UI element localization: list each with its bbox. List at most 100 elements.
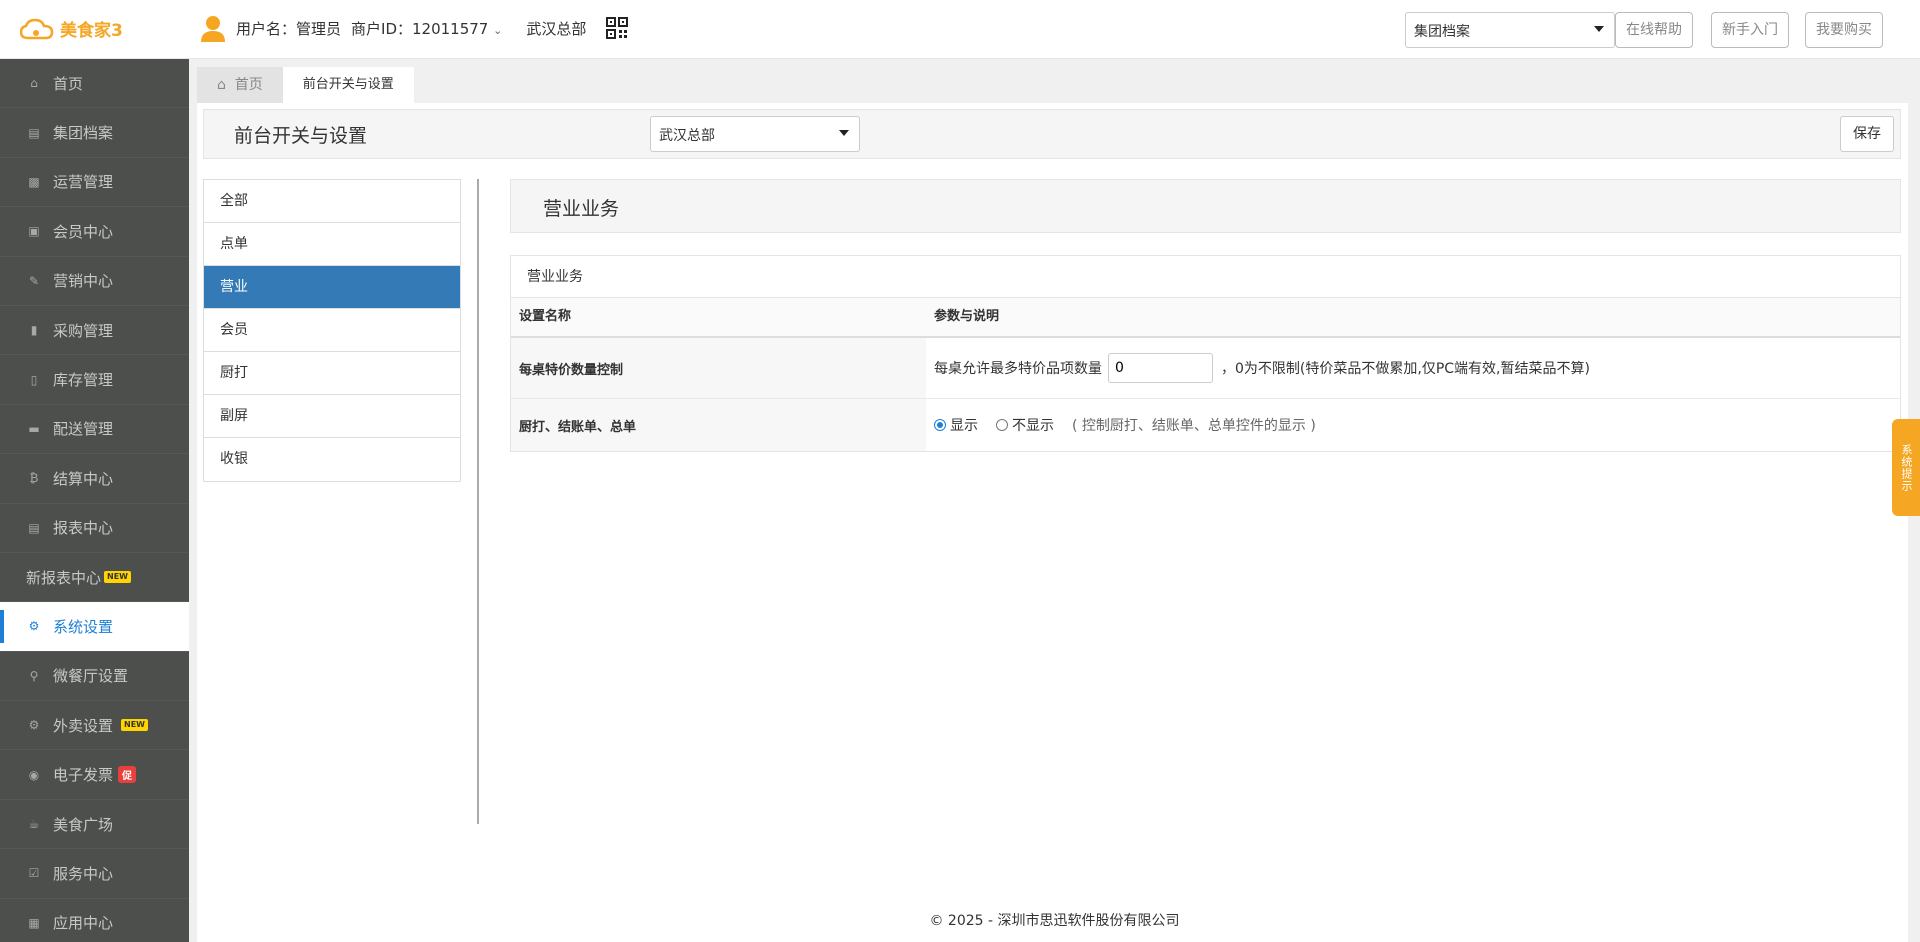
edit-icon: ✎ [28,273,40,288]
radio-hide[interactable] [996,419,1008,431]
phone-icon: ▯ [30,372,38,387]
tab-frontend-settings[interactable]: 前台开关与设置 [282,67,414,103]
new-badge: NEW [104,571,131,584]
chevron-down-icon: ⌄ [493,23,503,37]
document-icon: ▤ [28,125,40,140]
sidebar-item-label: 首页 [53,74,84,93]
sidebar-item-label: 集团档案 [53,124,114,143]
store-select[interactable]: 武汉总部 [650,116,860,152]
category-cashier[interactable]: 收银 [204,438,460,481]
merchant-id-label: 商户ID：12011577 [351,19,489,38]
location-label: 武汉总部 [526,19,587,38]
sidebar-item-service-center[interactable]: ☑ 服务中心 [0,849,189,899]
logo[interactable]: 美食家3 [20,16,123,41]
settings-caption: 营业业务 [511,256,1900,298]
archive-select[interactable]: 集团档案 [1405,12,1615,48]
footer-copyright: © 2025 - 深圳市思迅软件股份有限公司 [929,913,1180,929]
content-panel: 前台开关与设置 武汉总部 保存 全部 点单 营业 会员 厨打 副屏 收银 营业业… [197,103,1908,942]
sidebar-item-micro-restaurant[interactable]: ⚲ 微餐厅设置 [0,652,189,702]
caret-down-icon [1594,26,1604,32]
sidebar-item-new-reports[interactable]: 新报表中心 NEW [0,553,189,603]
sidebar-item-e-invoice[interactable]: ◉ 电子发票促 [0,750,189,800]
column-header-param: 参数与说明 [934,309,1000,324]
sidebar-item-members[interactable]: ▣ 会员中心 [0,207,189,257]
category-ordering[interactable]: 点单 [204,223,460,266]
tab-home[interactable]: ⌂ 首页 [197,67,283,103]
logo-text: 美食家3 [60,21,123,41]
special-count-input[interactable] [1108,353,1213,383]
user-avatar-icon[interactable] [200,14,226,42]
vertical-divider [477,179,479,824]
circle-icon: ◉ [28,767,40,782]
coffee-icon: ☕ [28,817,40,832]
page-header: 前台开关与设置 武汉总部 保存 [203,109,1901,159]
username-label: 用户名：管理员 [236,19,342,38]
section-title: 营业业务 [543,198,620,220]
category-member[interactable]: 会员 [204,309,460,352]
home-icon: ⌂ [30,76,38,91]
page-title: 前台开关与设置 [234,125,368,147]
category-list: 全部 点单 营业 会员 厨打 副屏 收银 [203,179,461,482]
sidebar-item-group-archive[interactable]: ▤ 集团档案 [0,108,189,158]
table-row: 每桌特价数量控制 每桌允许最多特价品项数量 ，0为不限制(特价菜品不做累加,仅P… [511,338,1900,399]
category-all[interactable]: 全部 [204,180,460,223]
system-tip-tab[interactable]: 系统提示 [1892,419,1920,516]
top-header: 美食家3 用户名：管理员 商户ID：12011577 ⌄ 武汉总部 集团档案 在… [0,0,1920,59]
sidebar-item-inventory[interactable]: ▯ 库存管理 [0,355,189,405]
sidebar-item-label: 微餐厅设置 [53,667,129,686]
setting-prefix: 每桌允许最多特价品项数量 [934,361,1102,377]
radio-show[interactable] [934,419,946,431]
truck-icon: ▬ [28,421,40,436]
sidebar-item-reports[interactable]: ▤ 报表中心 [0,504,189,553]
setting-name: 厨打、结账单、总单 [511,399,926,451]
tab-home-label: 首页 [234,77,263,93]
home-icon: ⌂ [217,77,226,93]
sidebar-item-settlement[interactable]: ₿ 结算中心 [0,454,189,504]
store-select-value: 武汉总部 [659,128,715,144]
sidebar-item-purchasing[interactable]: ▮ 采购管理 [0,306,189,356]
bar-chart-icon: ▩ [28,174,40,189]
sidebar-item-operations[interactable]: ▩ 运营管理 [0,158,189,208]
sidebar-item-food-court[interactable]: ☕ 美食广场 [0,800,189,850]
category-business[interactable]: 营业 [204,266,460,309]
sidebar-item-label: 采购管理 [53,321,114,340]
setting-param: 每桌允许最多特价品项数量 ，0为不限制(特价菜品不做累加,仅PC端有效,暂结菜品… [926,338,1900,398]
sidebar-item-marketing[interactable]: ✎ 营销中心 [0,257,189,306]
tab-bar: ⌂ 首页 前台开关与设置 [197,67,414,103]
sidebar-item-system-settings[interactable]: ⚙ 系统设置 [0,602,189,652]
setting-suffix: ，0为不限制(特价菜品不做累加,仅PC端有效,暂结菜品不算) [1221,361,1590,377]
sidebar-item-delivery[interactable]: ▬ 配送管理 [0,405,189,455]
sidebar-item-label: 新报表中心 [26,568,102,587]
sidebar-item-takeout[interactable]: ⚙ 外卖设置 NEW [0,701,189,751]
check-square-icon: ☑ [28,866,40,881]
bitcoin-icon: ₿ [29,471,39,486]
setting-hint: ( 控制厨打、结账单、总单控件的显示 ) [1072,418,1316,434]
merchant-id-dropdown[interactable]: 商户ID：12011577 ⌄ [351,18,502,39]
online-help-button[interactable]: 在线帮助 [1615,12,1693,48]
user-area: 用户名：管理员 商户ID：12011577 ⌄ 武汉总部 [200,14,629,42]
sidebar-item-label: 美食广场 [53,815,114,834]
radio-show-label[interactable]: 显示 [950,415,978,435]
qr-code-icon[interactable] [606,17,629,39]
id-card-icon: ▣ [28,224,40,239]
sidebar-item-label: 服务中心 [53,864,114,883]
sidebar-item-label: 结算中心 [53,469,114,488]
setting-name: 每桌特价数量控制 [511,338,926,398]
radio-hide-label[interactable]: 不显示 [1012,415,1054,435]
category-kitchen-print[interactable]: 厨打 [204,352,460,395]
grid-icon: ▦ [28,915,40,930]
table-header: 设置名称 参数与说明 [511,298,1900,338]
caret-down-icon [839,130,849,136]
new-badge: NEW [121,719,148,732]
cutlery-icon: ⚲ [29,668,39,683]
setting-param: 显示 不显示 ( 控制厨打、结账单、总单控件的显示 ) [926,399,1900,451]
buy-button[interactable]: 我要购买 [1805,12,1883,48]
category-secondary-screen[interactable]: 副屏 [204,395,460,438]
sidebar-item-app-center[interactable]: ▦ 应用中心 [0,899,189,942]
settings-table: 营业业务 设置名称 参数与说明 每桌特价数量控制 每桌允许最多特价品项数量 ，0… [510,255,1901,452]
save-button[interactable]: 保存 [1840,116,1894,152]
newbie-guide-button[interactable]: 新手入门 [1711,12,1789,48]
sidebar-item-home[interactable]: ⌂ 首页 [0,59,189,109]
sidebar-item-label: 会员中心 [53,222,114,241]
sidebar-item-label: 配送管理 [53,420,114,439]
